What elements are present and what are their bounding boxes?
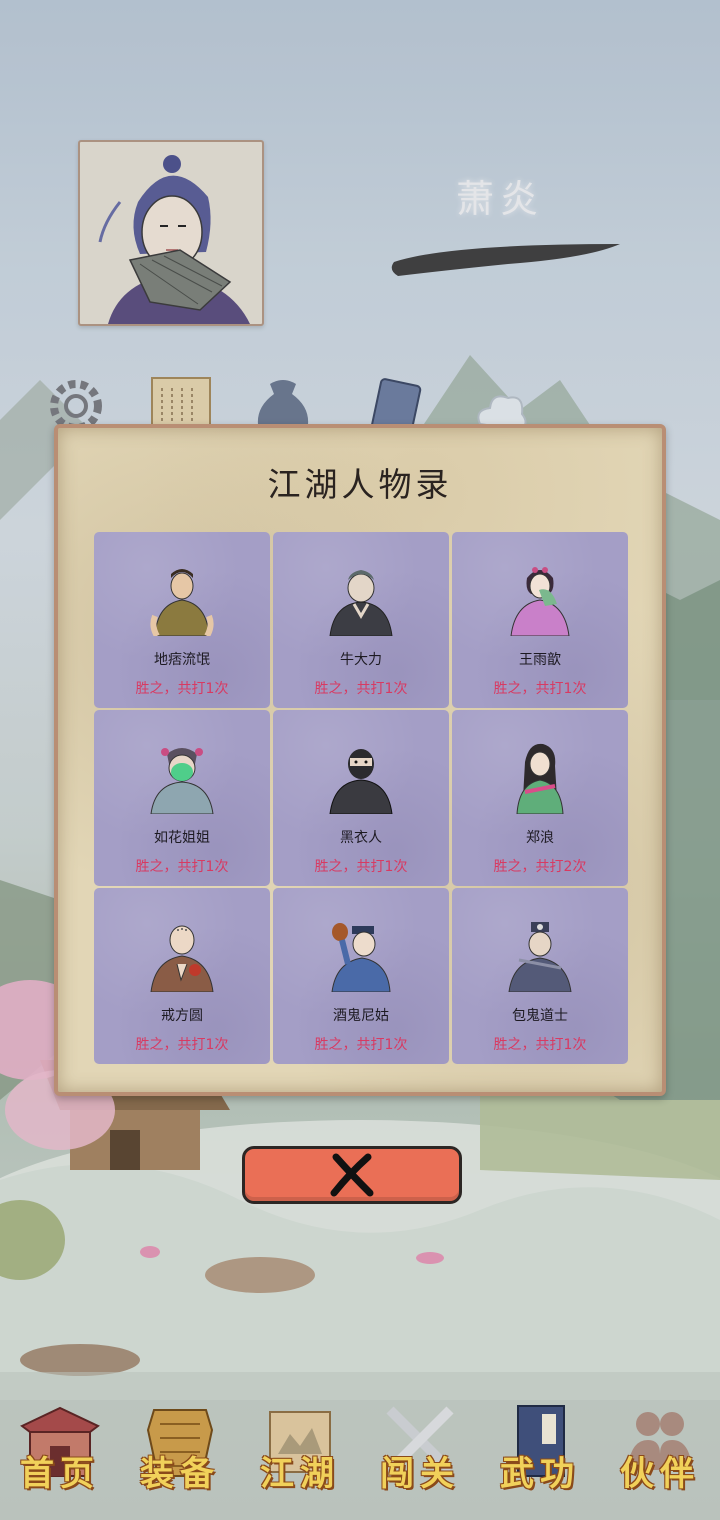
character-name: 牛大力 [340, 652, 382, 668]
nav-label: 装备 [140, 1454, 220, 1494]
nav-martial-arts[interactable]: 武功 [480, 1392, 600, 1520]
close-button[interactable] [242, 1146, 462, 1204]
character-grid: 地痞流氓 胜之，共打1次 牛大力 胜之，共打1次 王雨歆 胜之，共打1次 如花姐… [94, 532, 628, 1064]
character-card[interactable]: 郑浪 胜之，共打2次 [452, 710, 628, 886]
nav-label: 武功 [500, 1454, 580, 1494]
battle-record: 胜之，共打1次 [135, 681, 229, 697]
character-name: 酒鬼尼姑 [333, 1008, 389, 1024]
nav-companions[interactable]: 伙伴 [600, 1392, 720, 1520]
nav-label: 江湖 [260, 1454, 340, 1494]
bottom-nav: 首页 装备 江湖 闯关 武功 伙伴 [0, 1392, 720, 1520]
ruhua-portrait [150, 748, 214, 814]
character-name: 包鬼道士 [512, 1008, 568, 1024]
masked-man-portrait [329, 749, 393, 814]
character-card[interactable]: 地痞流氓 胜之，共打1次 [94, 532, 270, 708]
taoist-portrait [508, 922, 572, 992]
dialog-title: 江湖人物录 [267, 465, 453, 504]
nav-label: 首页 [20, 1454, 100, 1494]
nav-home[interactable]: 首页 [0, 1392, 120, 1520]
character-card[interactable]: 黑衣人 胜之，共打1次 [273, 710, 449, 886]
nav-jianghu[interactable]: 江湖 [240, 1392, 360, 1520]
battle-record: 胜之，共打1次 [314, 859, 408, 875]
lady-portrait [510, 567, 570, 636]
character-name: 黑衣人 [340, 830, 382, 846]
nav-label: 伙伴 [620, 1454, 700, 1494]
battle-record: 胜之，共打1次 [314, 1037, 408, 1053]
battle-record: 胜之，共打1次 [135, 1037, 229, 1053]
character-card[interactable]: 王雨歆 胜之，共打1次 [452, 532, 628, 708]
drunk-nun-portrait [331, 923, 391, 992]
close-x-icon [330, 1153, 374, 1197]
battle-record: 胜之，共打1次 [135, 859, 229, 875]
character-card[interactable]: 如花姐姐 胜之，共打1次 [94, 710, 270, 886]
thug-portrait [150, 569, 214, 636]
character-name: 戒方圆 [161, 1008, 203, 1024]
character-name: 郑浪 [526, 830, 554, 846]
strongman-portrait [329, 570, 393, 636]
battle-record: 胜之，共打1次 [493, 1037, 587, 1053]
nav-label: 闯关 [380, 1454, 460, 1494]
battle-record: 胜之，共打1次 [314, 681, 408, 697]
character-card[interactable]: 酒鬼尼姑 胜之，共打1次 [273, 888, 449, 1064]
character-record-dialog: 江湖人物录 地痞流氓 胜之，共打1次 牛大力 胜之，共打1次 王雨歆 胜之，共打… [54, 424, 666, 1096]
character-name: 王雨歆 [519, 652, 561, 668]
character-card[interactable]: 包鬼道士 胜之，共打1次 [452, 888, 628, 1064]
character-name: 地痞流氓 [154, 652, 210, 668]
monk-portrait [150, 925, 214, 992]
nav-challenge[interactable]: 闯关 [360, 1392, 480, 1520]
character-name: 如花姐姐 [154, 830, 210, 846]
character-card[interactable]: 牛大力 胜之，共打1次 [273, 532, 449, 708]
zheng-lang-portrait [516, 743, 564, 814]
battle-record: 胜之，共打2次 [493, 859, 587, 875]
character-card[interactable]: 戒方圆 胜之，共打1次 [94, 888, 270, 1064]
battle-record: 胜之，共打1次 [493, 681, 587, 697]
nav-equipment[interactable]: 装备 [120, 1392, 240, 1520]
